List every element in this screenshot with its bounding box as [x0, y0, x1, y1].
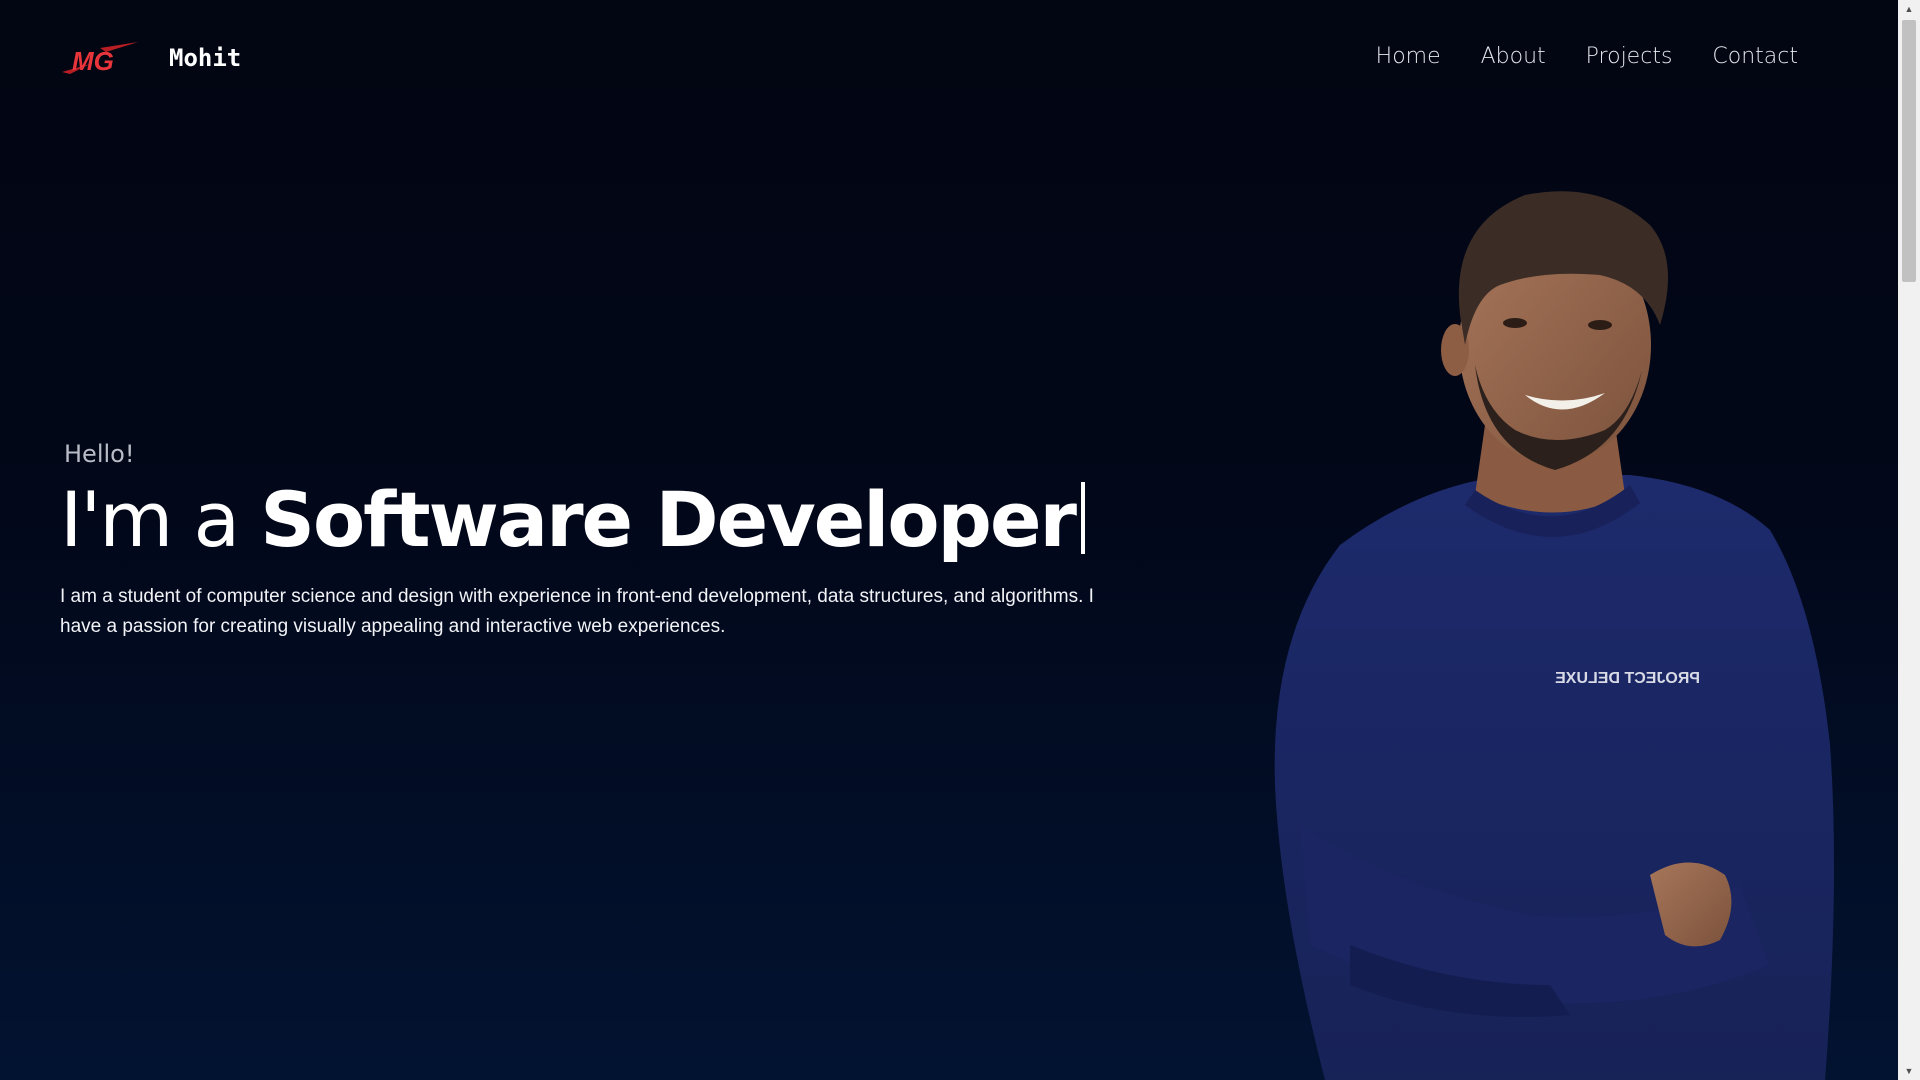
hero-headline: I'm a Software Developer [60, 480, 1140, 560]
scroll-thumb[interactable] [1902, 20, 1916, 282]
mg-logo-icon: MG [62, 42, 138, 76]
headline-role: Software Developer [260, 475, 1077, 564]
nav-about[interactable]: About [1481, 44, 1546, 69]
brand-name[interactable]: Mohit [169, 44, 241, 72]
scroll-down-arrow-icon[interactable]: ▼ [1898, 1062, 1920, 1080]
scroll-up-arrow-icon[interactable]: ▲ [1898, 0, 1920, 18]
hero-section: Hello! I'm a Software Developer I am a s… [60, 440, 1140, 661]
typing-cursor [1080, 482, 1085, 554]
nav-home[interactable]: Home [1376, 44, 1441, 69]
nav-contact[interactable]: Contact [1712, 44, 1798, 69]
site-header: MG Mohit Home About Projects Contact [0, 0, 1898, 120]
profile-photo: PROJECT DELUXE [1274, 191, 1834, 1080]
logo-text: MG [72, 46, 114, 76]
shirt-print: PROJECT DELUXE [1555, 670, 1700, 687]
hero-intro: I am a student of computer science and d… [60, 585, 1094, 637]
hero-greeting: Hello! [64, 440, 135, 468]
page-scrollbar[interactable]: ▲ ▼ [1898, 0, 1920, 1080]
headline-prefix: I'm a [60, 475, 261, 564]
main-nav: Home About Projects Contact [1376, 44, 1798, 69]
nav-projects[interactable]: Projects [1586, 44, 1673, 69]
